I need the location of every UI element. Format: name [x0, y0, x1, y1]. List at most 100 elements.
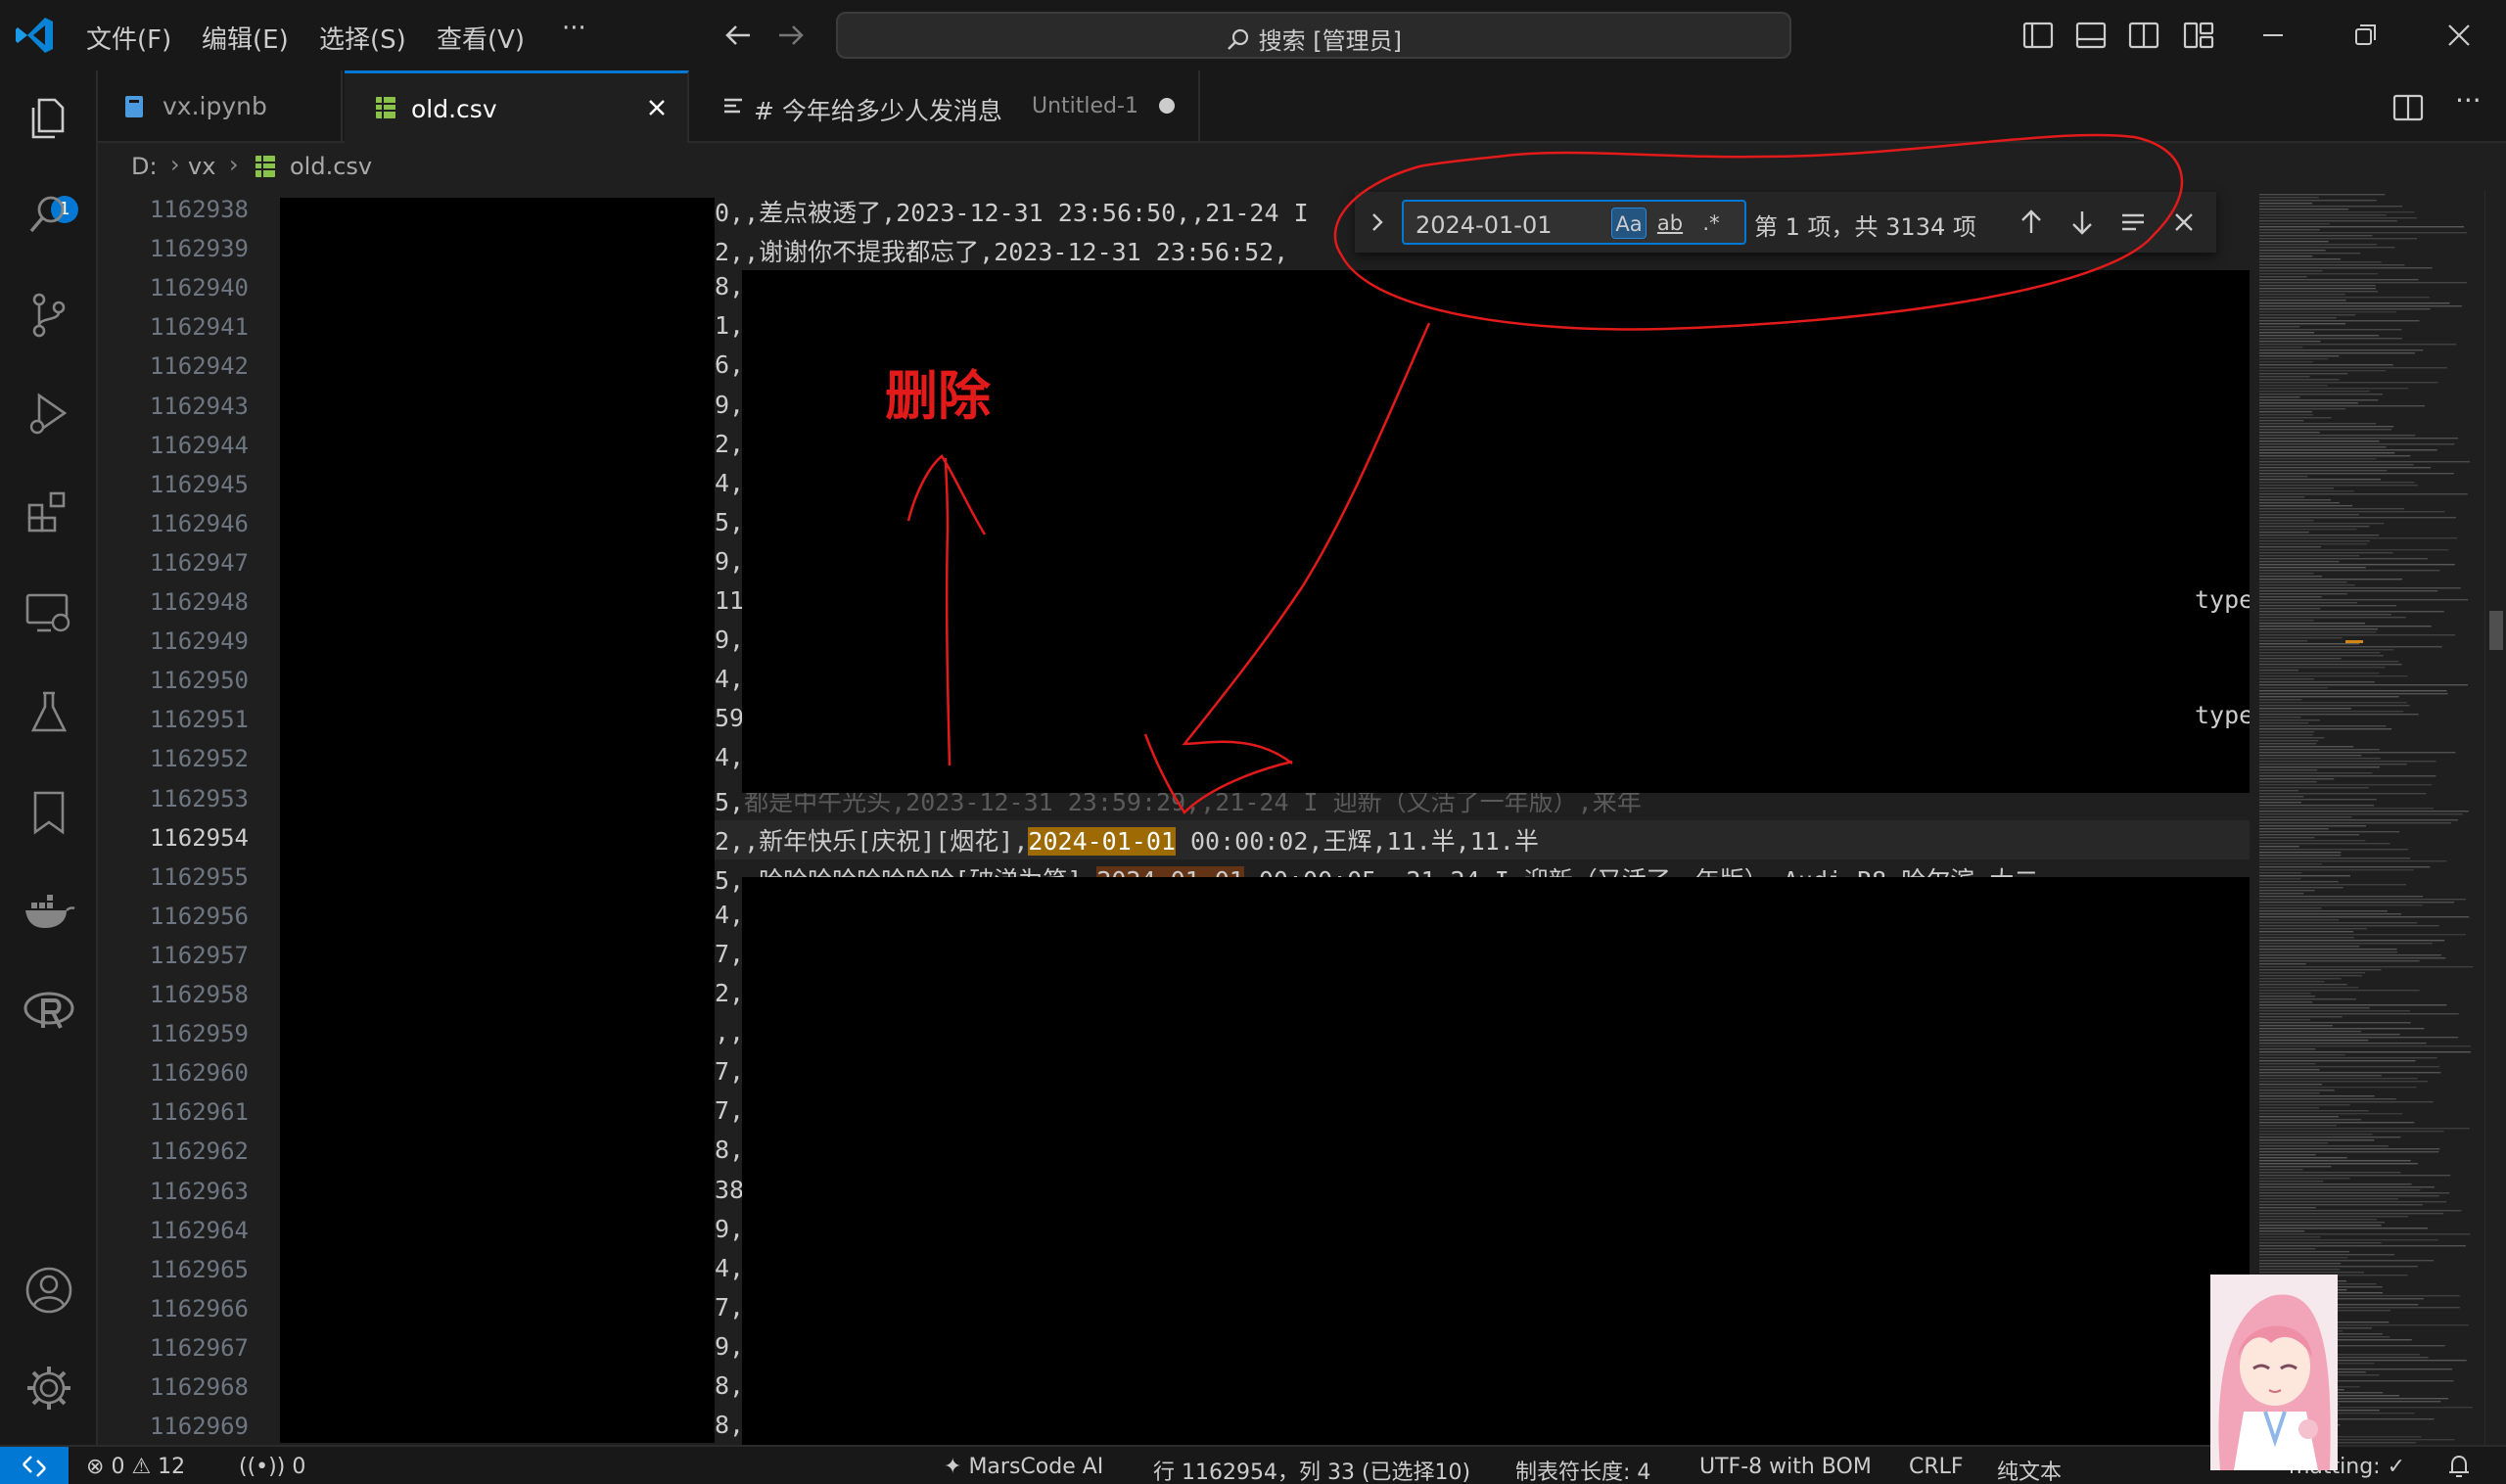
line-text: 9,: [715, 626, 745, 655]
more-actions-icon[interactable]: ···: [2455, 84, 2482, 116]
tab-old-csv[interactable]: old.csv: [345, 70, 689, 143]
breadcrumb-drive[interactable]: D:: [131, 153, 158, 180]
toggle-secondary-sidebar-icon[interactable]: [2124, 16, 2163, 55]
code-line[interactable]: 1,: [715, 311, 744, 340]
code-line[interactable]: 9,: [715, 391, 744, 419]
code-line[interactable]: 59: [715, 704, 744, 732]
docker-icon[interactable]: [22, 883, 76, 938]
code-line[interactable]: ,,: [715, 1018, 744, 1046]
minimap[interactable]: [2250, 190, 2484, 1445]
notifications-bell-icon[interactable]: [2445, 1453, 2473, 1480]
tab-vx-ipynb[interactable]: vx.ipynb: [98, 70, 343, 143]
code-line[interactable]: 38: [715, 1176, 744, 1204]
code-line[interactable]: 9,: [715, 547, 744, 576]
next-match-arrow-icon[interactable]: [2067, 208, 2097, 237]
menu-file[interactable]: 文件(F): [86, 20, 171, 55]
code-line[interactable]: 7,: [715, 940, 744, 968]
cursor-position[interactable]: 行 1162954，列 33 (已选择10): [1153, 1455, 1470, 1484]
code-line[interactable]: 2,,谢谢你不提我都忘了,2023-12-31 23:56:52,: [715, 233, 1288, 268]
previous-match-arrow-icon[interactable]: [2017, 208, 2046, 237]
settings-gear-icon[interactable]: [22, 1361, 76, 1415]
back-arrow-icon[interactable]: [720, 18, 756, 53]
code-line[interactable]: 4,: [715, 665, 744, 693]
code-line[interactable]: 8,: [715, 272, 744, 301]
toggle-panel-icon[interactable]: [2071, 16, 2111, 55]
accounts-icon[interactable]: [22, 1263, 76, 1318]
code-line[interactable]: 9,: [715, 626, 744, 654]
unsaved-dot-icon[interactable]: [1159, 98, 1175, 114]
problems-status[interactable]: ⊗ 0 ⚠ 12: [86, 1455, 185, 1479]
code-line[interactable]: 7,: [715, 1293, 744, 1322]
restore-icon[interactable]: [2345, 16, 2385, 55]
line-number: 1162941: [149, 313, 249, 342]
end-of-line[interactable]: CRLF: [1909, 1455, 1964, 1479]
editor-area[interactable]: 1162938 1162939 1162940 1162941 1162942 11629…: [98, 190, 2340, 1445]
breadcrumb-folder[interactable]: vx: [188, 153, 215, 180]
vertical-scrollbar[interactable]: [2484, 190, 2506, 1445]
search-icon[interactable]: [22, 188, 76, 243]
scrollbar-thumb[interactable]: [2489, 611, 2503, 650]
regex-toggle[interactable]: .*: [1694, 208, 1729, 239]
code-line[interactable]: 8,: [715, 1136, 744, 1164]
close-find-widget-icon[interactable]: [2169, 208, 2199, 237]
language-mode[interactable]: 纯文本: [1997, 1455, 2062, 1484]
match-case-toggle[interactable]: Aa: [1611, 208, 1647, 239]
menu-view[interactable]: 查看(V): [437, 20, 525, 55]
tab-bar: vx.ipynb old.csv # 今年给多少人发消息 Untitled-1 …: [98, 70, 2506, 143]
warning-count: 12: [158, 1455, 186, 1479]
ports-status[interactable]: ((•)) 0: [239, 1455, 305, 1479]
code-line[interactable]: 9,: [715, 1215, 744, 1243]
tab-description: Untitled-1: [1032, 94, 1138, 118]
minimize-icon[interactable]: [2253, 16, 2293, 55]
testing-icon[interactable]: [22, 685, 76, 740]
toggle-primary-sidebar-icon[interactable]: [2019, 16, 2058, 55]
code-line[interactable]: 11: [715, 586, 744, 615]
menu-edit[interactable]: 编辑(E): [202, 20, 289, 55]
code-line[interactable]: 7,: [715, 1057, 744, 1086]
remote-explorer-icon[interactable]: [22, 585, 76, 640]
source-control-icon[interactable]: [22, 288, 76, 343]
split-editor-icon[interactable]: [2390, 90, 2426, 125]
code-line[interactable]: 6,: [715, 350, 744, 379]
title-bar: 文件(F) 编辑(E) 选择(S) 查看(V) ··· 搜索 [管理员]: [0, 0, 2506, 70]
breadcrumb-file[interactable]: old.csv: [290, 153, 372, 180]
encoding[interactable]: UTF-8 with BOM: [1699, 1455, 1872, 1479]
truncated-text: type: [2195, 701, 2254, 729]
code-line[interactable]: 9,: [715, 1332, 744, 1361]
code-line[interactable]: 2,: [715, 979, 744, 1007]
run-debug-icon[interactable]: [22, 386, 76, 441]
customize-layout-icon[interactable]: [2179, 16, 2218, 55]
find-input[interactable]: 2024-01-01 Aa ab .*: [1402, 200, 1746, 245]
menu-selection[interactable]: 选择(S): [319, 20, 406, 55]
remote-indicator[interactable]: [0, 1447, 69, 1484]
code-line[interactable]: 4,: [715, 469, 744, 497]
bookmarks-icon[interactable]: [22, 785, 76, 840]
extensions-icon[interactable]: [22, 486, 76, 540]
menu-more[interactable]: ···: [562, 14, 586, 47]
code-line[interactable]: 5,: [715, 508, 744, 536]
close-window-icon[interactable]: [2439, 16, 2479, 55]
files-icon[interactable]: [22, 90, 76, 145]
r-icon[interactable]: [22, 983, 76, 1038]
code-line[interactable]: 4,: [715, 901, 744, 929]
close-tab-icon[interactable]: [644, 95, 670, 120]
code-line[interactable]: 4,: [715, 743, 744, 771]
marscode-status[interactable]: ✦ MarsCode AI: [944, 1455, 1103, 1479]
tab-size[interactable]: 制表符长度: 4: [1515, 1455, 1650, 1484]
code-line[interactable]: 7,: [715, 1096, 744, 1125]
code-line[interactable]: 2,: [715, 430, 744, 458]
find-in-selection-icon[interactable]: [2118, 208, 2148, 237]
code-line[interactable]: 2,,新年快乐[庆祝][烟花],2024-01-01 00:00:02,王辉,1…: [715, 822, 1539, 858]
whole-word-toggle[interactable]: ab: [1652, 208, 1688, 239]
toggle-replace-chevron-icon[interactable]: [1365, 209, 1390, 235]
tab-untitled-1[interactable]: # 今年给多少人发消息 Untitled-1: [691, 70, 1200, 143]
forward-arrow-icon[interactable]: [773, 18, 809, 53]
line-text: 11: [715, 586, 745, 615]
broadcast-icon: ((•)): [239, 1455, 286, 1479]
command-center-search[interactable]: 搜索 [管理员]: [836, 12, 1791, 59]
error-icon: ⊗: [86, 1455, 105, 1479]
code-line[interactable]: 8,: [715, 1411, 744, 1439]
code-line[interactable]: 0,,差点被透了,2023-12-31 23:56:50,,21-24 I: [715, 194, 1309, 229]
code-line[interactable]: 8,: [715, 1371, 744, 1400]
code-line[interactable]: 4,: [715, 1254, 744, 1282]
